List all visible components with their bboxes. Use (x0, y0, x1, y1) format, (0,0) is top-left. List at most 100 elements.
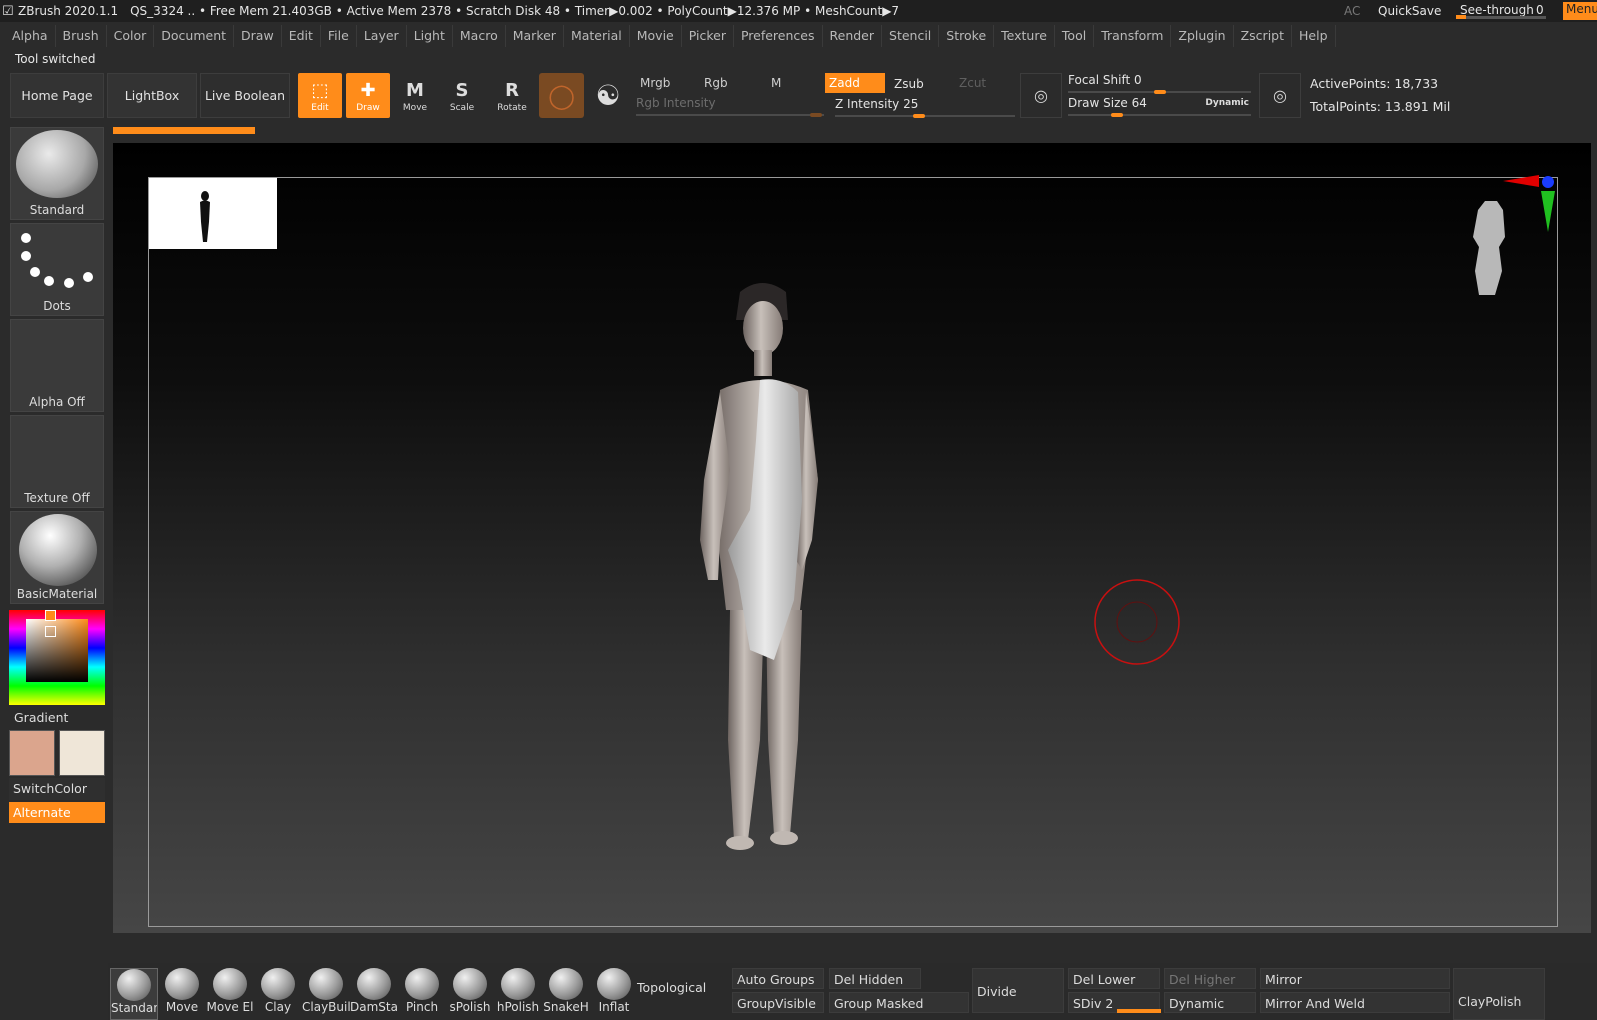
ac-button[interactable]: AC (1344, 0, 1360, 22)
topological-button[interactable]: Topological (637, 980, 706, 995)
rotate-button[interactable]: R Rotate (490, 73, 534, 118)
brush-slot[interactable]: Standar (110, 968, 158, 1020)
z-intensity-slider[interactable]: Z Intensity 25 (835, 97, 1015, 118)
navigator-thumbnail[interactable] (149, 178, 277, 249)
main-color-swatch[interactable] (9, 730, 55, 776)
del-hidden-button[interactable]: Del Hidden (829, 968, 921, 989)
mirror-button[interactable]: Mirror (1260, 968, 1450, 989)
stroke-selector[interactable]: Dots (10, 223, 104, 316)
menu-preferences[interactable]: Preferences (734, 25, 823, 47)
alpha-selector[interactable]: Alpha Off (10, 319, 104, 412)
menu-edit[interactable]: Edit (282, 25, 321, 47)
menus-button[interactable]: Menus (1563, 2, 1597, 20)
seethrough-knob[interactable] (1456, 15, 1466, 19)
brush-slot[interactable]: Clay (254, 968, 302, 1020)
color-mode-button[interactable]: ☯ (588, 73, 628, 118)
material-sphere-button[interactable]: ◯ (539, 73, 584, 118)
menu-draw[interactable]: Draw (234, 25, 282, 47)
auto-groups-button[interactable]: Auto Groups (732, 968, 824, 989)
brush-slot[interactable]: hPolish (494, 968, 542, 1020)
rgb-button[interactable]: Rgb (700, 73, 760, 93)
texture-selector[interactable]: Texture Off (10, 415, 104, 508)
live-boolean-button[interactable]: Live Boolean (200, 73, 290, 118)
group-masked-button[interactable]: Group Masked (829, 992, 969, 1013)
menu-light[interactable]: Light (407, 25, 453, 47)
groupvisible-button[interactable]: GroupVisible (732, 992, 824, 1013)
del-lower-button[interactable]: Del Lower (1068, 968, 1160, 989)
brush-slot[interactable]: Pinch (398, 968, 446, 1020)
brush-selector[interactable]: Standard (10, 127, 104, 220)
focal-shift-knob[interactable] (1154, 90, 1166, 94)
mrgb-button[interactable]: Mrgb (636, 73, 696, 93)
dynamic-toggle[interactable]: Dynamic (1205, 98, 1249, 108)
menu-file[interactable]: File (321, 25, 357, 47)
menu-material[interactable]: Material (564, 25, 630, 47)
menu-zscript[interactable]: Zscript (1234, 25, 1293, 47)
dynamic-subdiv-button[interactable]: Dynamic (1164, 992, 1256, 1013)
edit-button[interactable]: ⬚ Edit (298, 73, 342, 118)
menu-marker[interactable]: Marker (506, 25, 564, 47)
m-button[interactable]: M (767, 73, 797, 93)
brush-slot[interactable]: Move El (206, 968, 254, 1020)
zcut-button[interactable]: Zcut (955, 73, 1005, 93)
quicksave-button[interactable]: QuickSave (1378, 0, 1441, 22)
menu-movie[interactable]: Movie (630, 25, 682, 47)
menu-transform[interactable]: Transform (1094, 25, 1172, 47)
brush-slot[interactable]: SnakeH (542, 968, 590, 1020)
sdiv-knob[interactable] (1117, 1009, 1161, 1013)
brush-slot[interactable]: DamSta (350, 968, 398, 1020)
menu-color[interactable]: Color (107, 25, 155, 47)
brush-slot[interactable]: Inflat (590, 968, 638, 1020)
color-marker[interactable] (45, 626, 56, 637)
move-button[interactable]: M Move (393, 73, 437, 118)
del-higher-button[interactable]: Del Higher (1164, 968, 1256, 989)
home-page-button[interactable]: Home Page (10, 73, 104, 118)
rgb-intensity-knob[interactable] (810, 113, 822, 117)
zsub-button[interactable]: Zsub (890, 74, 950, 94)
menu-alpha[interactable]: Alpha (5, 25, 56, 47)
secondary-color-swatch[interactable] (59, 730, 105, 776)
draw-size-value: 64 (1131, 96, 1147, 110)
menu-render[interactable]: Render (823, 25, 883, 47)
mirror-and-weld-button[interactable]: Mirror And Weld (1260, 992, 1450, 1013)
menu-zplugin[interactable]: Zplugin (1171, 25, 1234, 47)
d-brush-settings-button[interactable]: ◎ (1259, 73, 1301, 118)
lightbox-button[interactable]: LightBox (107, 73, 197, 118)
alternate-button[interactable]: Alternate (9, 802, 105, 823)
divide-button[interactable]: Divide (972, 968, 1064, 1013)
hue-marker[interactable] (45, 610, 56, 621)
menu-layer[interactable]: Layer (357, 25, 407, 47)
stats-readout: QS_3324 .. • Free Mem 21.403GB • Active … (130, 4, 900, 18)
menu-brush[interactable]: Brush (56, 25, 107, 47)
brush-slot[interactable]: sPolish (446, 968, 494, 1020)
saturation-square[interactable] (26, 619, 88, 682)
menu-tool[interactable]: Tool (1055, 25, 1095, 47)
gradient-label[interactable]: Gradient (14, 710, 68, 725)
orientation-gizmo[interactable] (1455, 175, 1555, 300)
seethrough-slider[interactable]: See-through 0 (1456, 0, 1546, 22)
switchcolor-button[interactable]: SwitchColor (9, 778, 105, 800)
menu-document[interactable]: Document (154, 25, 235, 47)
sdiv-slider[interactable]: SDiv 2 (1068, 992, 1161, 1013)
zadd-button[interactable]: Zadd (825, 73, 885, 93)
focal-shift-slider[interactable]: Focal Shift 0 (1068, 73, 1251, 94)
menu-help[interactable]: Help (1292, 25, 1336, 47)
claypolish-button[interactable]: ClayPolish (1453, 968, 1545, 1020)
s-brush-settings-button[interactable]: ◎ (1020, 73, 1062, 118)
draw-size-knob[interactable] (1111, 113, 1123, 117)
draw-button[interactable]: ✚ Draw (346, 73, 390, 118)
draw-size-slider[interactable]: Draw Size 64 Dynamic (1068, 96, 1251, 117)
menu-macro[interactable]: Macro (453, 25, 506, 47)
rgb-intensity-slider[interactable]: Rgb Intensity (636, 96, 824, 117)
color-picker[interactable] (9, 610, 105, 705)
brush-slot[interactable]: ClayBuil (302, 968, 350, 1020)
menu-texture[interactable]: Texture (994, 25, 1055, 47)
scale-button[interactable]: S Scale (440, 73, 484, 118)
sculpt-model[interactable] (690, 280, 850, 870)
menu-stroke[interactable]: Stroke (939, 25, 995, 47)
z-intensity-knob[interactable] (913, 114, 925, 118)
brush-slot[interactable]: Move (158, 968, 206, 1020)
menu-stencil[interactable]: Stencil (882, 25, 940, 47)
menu-picker[interactable]: Picker (682, 25, 734, 47)
material-selector[interactable]: BasicMaterial (10, 511, 104, 604)
